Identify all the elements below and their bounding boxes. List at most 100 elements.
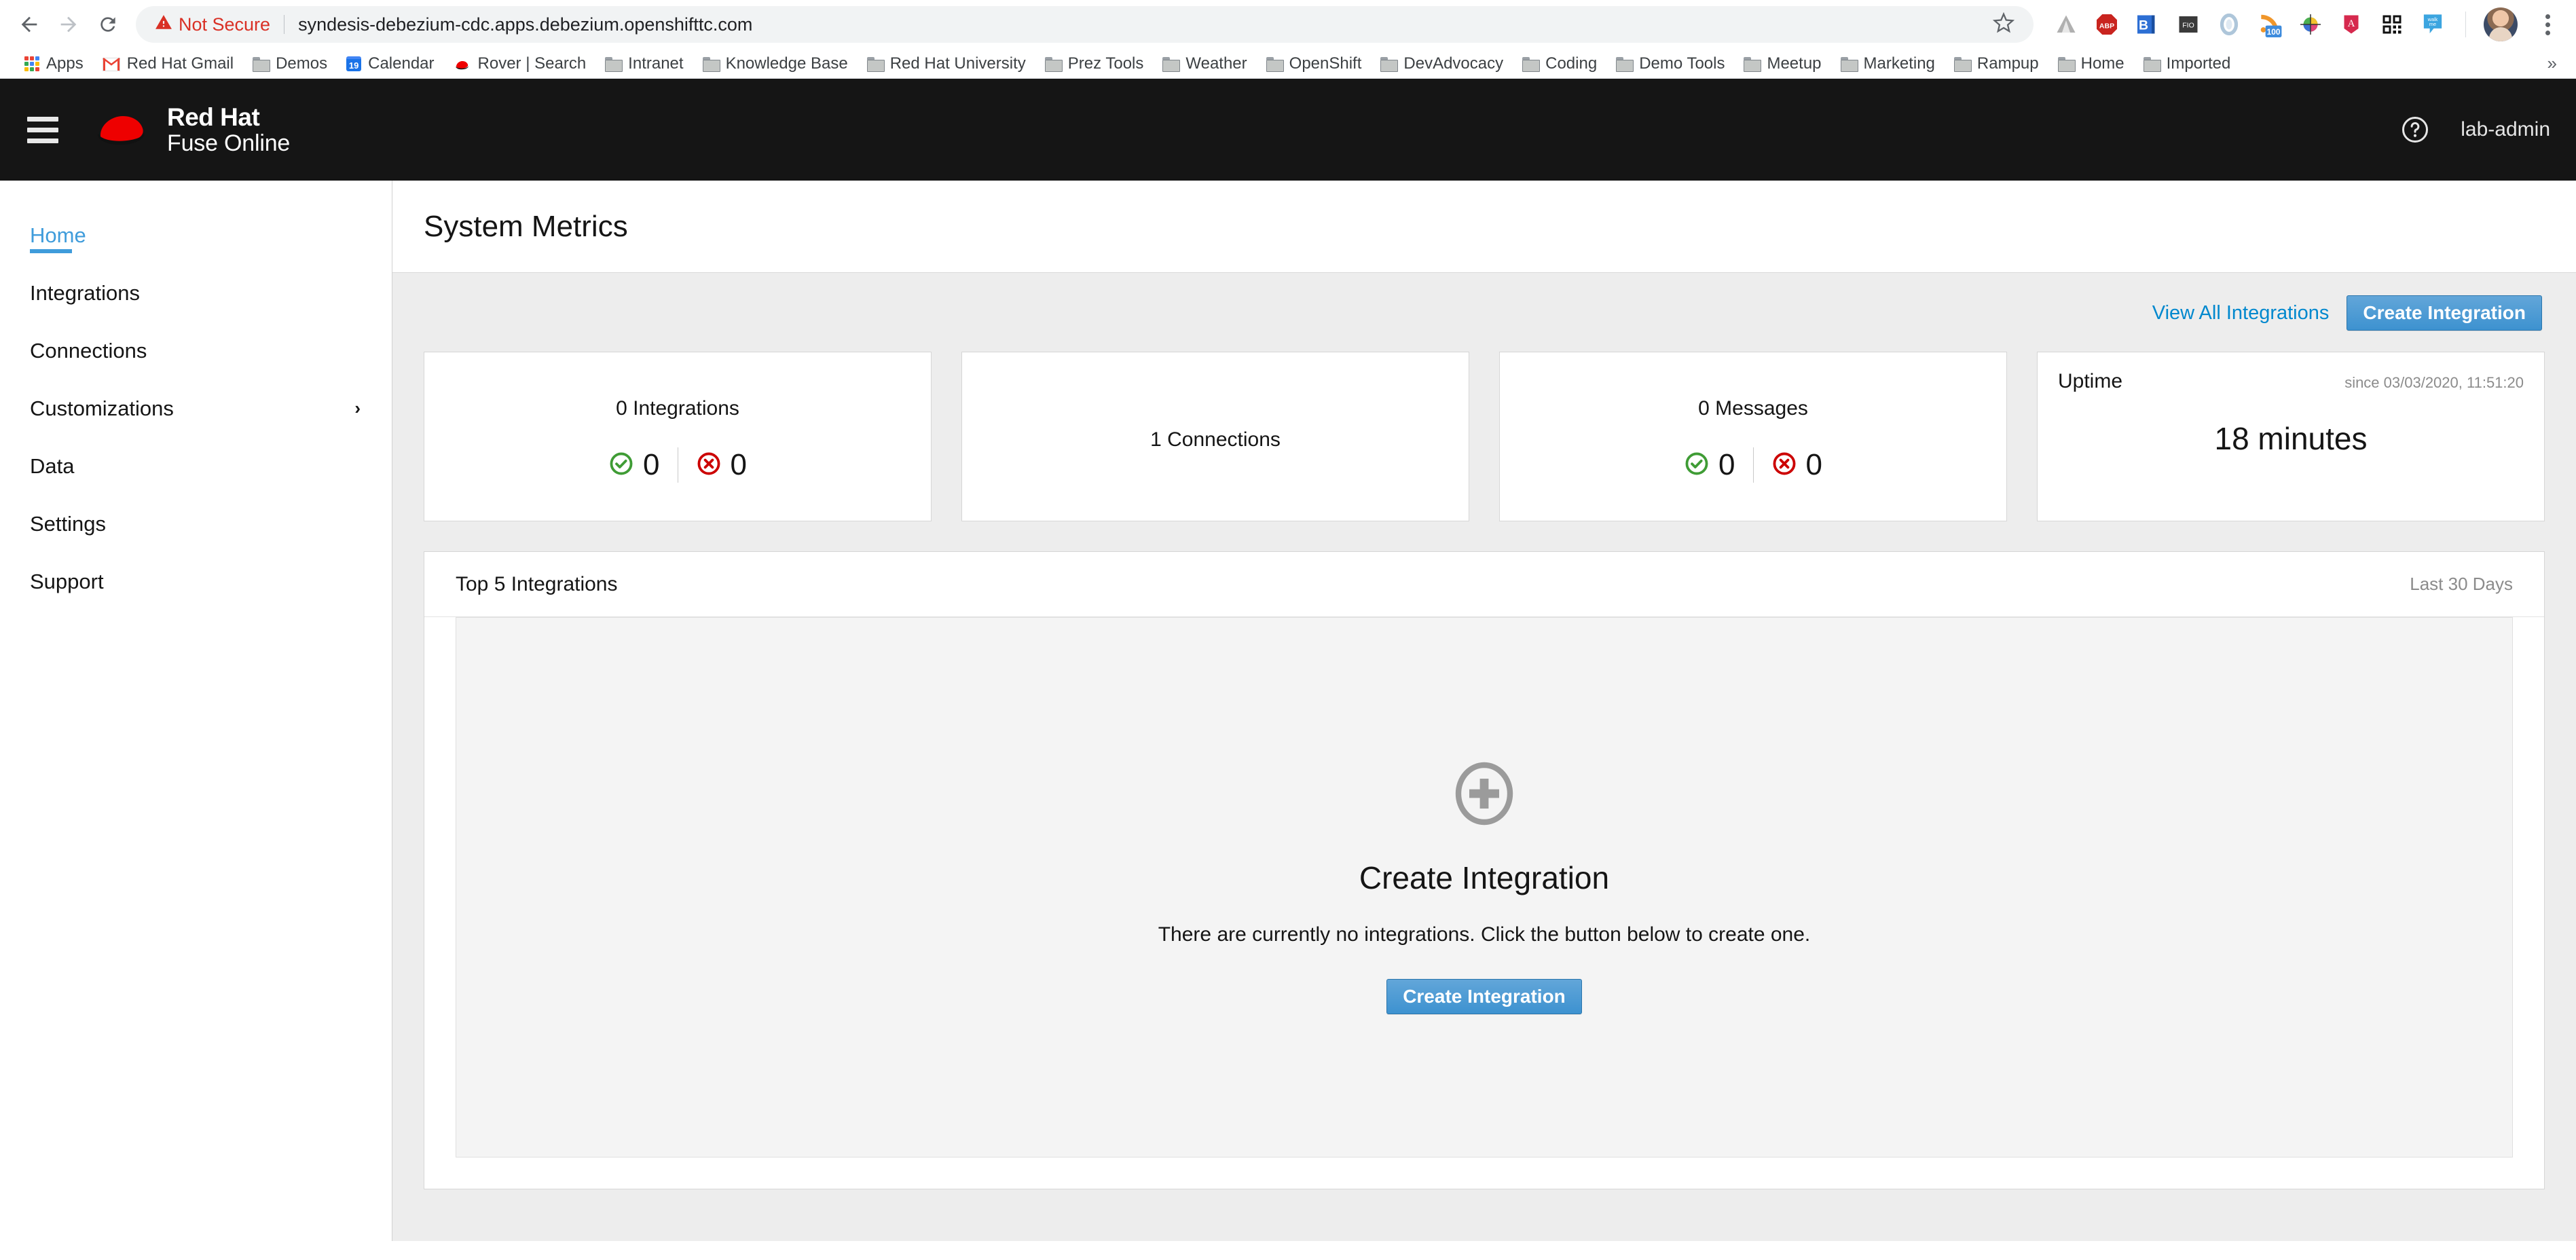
bookmark-meetup[interactable]: Meetup: [1734, 51, 1830, 77]
sidebar-item-data[interactable]: Data: [0, 437, 392, 495]
sidebar-item-support[interactable]: Support: [0, 553, 392, 610]
bookmark-intranet[interactable]: Intranet: [595, 51, 693, 77]
profile-avatar-icon[interactable]: [2484, 7, 2518, 41]
url-text[interactable]: syndesis-debezium-cdc.apps.debezium.open…: [298, 14, 1981, 35]
reload-icon: [97, 14, 119, 35]
bookmark-demos[interactable]: Demos: [243, 51, 337, 77]
color-wheel-extension-icon[interactable]: [2296, 10, 2325, 39]
connections-heading: 1 Connections: [1150, 428, 1281, 451]
messages-heading: 0 Messages: [1698, 397, 1808, 420]
extension-icons: ABP B FIO 100 A walkm: [2051, 7, 2562, 41]
error-circle-icon: [696, 451, 722, 480]
panel-header: Top 5 Integrations Last 30 Days: [424, 552, 2544, 617]
bookmark-home[interactable]: Home: [2048, 51, 2134, 77]
bookmark-weather[interactable]: Weather: [1153, 51, 1256, 77]
empty-state-title: Create Integration: [1359, 859, 1609, 896]
walkme-extension-icon[interactable]: walkme: [2418, 10, 2448, 39]
sidebar-item-home[interactable]: Home: [0, 206, 392, 264]
chevron-right-icon: ›: [354, 398, 361, 419]
bitwarden-extension-icon[interactable]: B: [2133, 10, 2163, 39]
security-indicator[interactable]: Not Secure: [155, 14, 270, 36]
folder-icon: [1380, 57, 1397, 71]
toolbar-divider: [2465, 12, 2466, 37]
bookmark-rover-search[interactable]: Rover | Search: [444, 51, 596, 77]
bookmark-label: OpenShift: [1289, 54, 1362, 73]
bookmark-red-hat-gmail[interactable]: Red Hat Gmail: [93, 51, 243, 77]
plus-circle-icon: [1453, 761, 1515, 830]
folder-icon: [1266, 57, 1283, 71]
hamburger-menu-icon[interactable]: [27, 111, 65, 149]
bookmark-label: Demo Tools: [1639, 54, 1725, 73]
bookmark-label: DevAdvocacy: [1403, 54, 1503, 73]
svg-text:B: B: [2139, 18, 2148, 33]
integrations-heading: 0 Integrations: [616, 397, 739, 420]
bookmark-prez-tools[interactable]: Prez Tools: [1035, 51, 1154, 77]
user-menu[interactable]: lab-admin: [2461, 118, 2550, 141]
bookmark-calendar[interactable]: 19 Calendar: [337, 51, 443, 77]
integrations-error-count: 0: [731, 448, 747, 482]
reload-button[interactable]: [88, 5, 128, 44]
ring-extension-icon[interactable]: [2214, 10, 2244, 39]
drive-extension-icon[interactable]: [2051, 10, 2081, 39]
sidebar-item-settings[interactable]: Settings: [0, 495, 392, 553]
folder-icon: [2058, 57, 2074, 71]
address-bar[interactable]: Not Secure syndesis-debezium-cdc.apps.de…: [136, 6, 2034, 43]
messages-stats: 0 0: [1666, 447, 1840, 483]
adblock-plus-extension-icon[interactable]: ABP: [2092, 10, 2122, 39]
fio-extension-icon[interactable]: FIO: [2173, 10, 2203, 39]
svg-text:A: A: [2348, 18, 2355, 29]
empty-state-create-integration-button[interactable]: Create Integration: [1386, 979, 1582, 1014]
bookmark-demo-tools[interactable]: Demo Tools: [1606, 51, 1734, 77]
bookmark-label: Imported: [2167, 54, 2231, 73]
uptime-label: Uptime: [2058, 370, 2122, 393]
forward-button[interactable]: [49, 5, 88, 44]
view-all-integrations-link[interactable]: View All Integrations: [2152, 302, 2330, 325]
gmail-icon: [103, 57, 120, 71]
brand-line-2: Fuse Online: [167, 131, 290, 156]
security-label: Not Secure: [179, 14, 270, 35]
back-button[interactable]: [10, 5, 49, 44]
qr-code-extension-icon[interactable]: [2377, 10, 2407, 39]
bookmark-imported[interactable]: Imported: [2134, 51, 2241, 77]
check-circle-icon: [608, 451, 634, 480]
top-integrations-panel: Top 5 Integrations Last 30 Days Creat: [424, 551, 2545, 1189]
bookmark-star-button[interactable]: [1986, 7, 2021, 42]
grammar-extension-icon[interactable]: A: [2336, 10, 2366, 39]
sidebar-item-customizations[interactable]: Customizations ›: [0, 379, 392, 437]
folder-icon: [1522, 57, 1539, 71]
bookmark-apps[interactable]: Apps: [15, 51, 93, 77]
brand-line-1: Red Hat: [167, 104, 290, 131]
folder-icon: [1045, 57, 1061, 71]
bookmark-rampup[interactable]: Rampup: [1945, 51, 2048, 77]
bookmark-devadvocacy[interactable]: DevAdvocacy: [1371, 51, 1513, 77]
bookmark-knowledge-base[interactable]: Knowledge Base: [693, 51, 858, 77]
feed-100-extension-icon[interactable]: 100: [2255, 10, 2285, 39]
messages-metric-card: 0 Messages 0: [1499, 352, 2007, 521]
sidebar-item-label: Connections: [30, 339, 147, 363]
sidebar-item-connections[interactable]: Connections: [0, 322, 392, 379]
bookmark-coding[interactable]: Coding: [1513, 51, 1606, 77]
kebab-menu-icon[interactable]: [2533, 10, 2562, 39]
bookmark-label: Apps: [46, 54, 84, 73]
uptime-since: since 03/03/2020, 11:51:20: [2344, 374, 2524, 392]
bookmark-openshift[interactable]: OpenShift: [1257, 51, 1372, 77]
bookmark-red-hat-university[interactable]: Red Hat University: [858, 51, 1035, 77]
sidebar-item-label: Integrations: [30, 281, 140, 305]
panel-body: Create Integration There are currently n…: [424, 617, 2544, 1189]
create-integration-button[interactable]: Create Integration: [2347, 295, 2542, 331]
bookmark-label: Meetup: [1767, 54, 1821, 73]
brand[interactable]: Red Hat Fuse Online: [90, 104, 290, 156]
bookmark-marketing[interactable]: Marketing: [1831, 51, 1945, 77]
bookmark-label: Knowledge Base: [726, 54, 848, 73]
redhat-fedora-icon: [454, 57, 471, 71]
bookmark-label: Rampup: [1977, 54, 2039, 73]
metrics-cards-row: 0 Integrations 0: [424, 352, 2545, 521]
folder-icon: [605, 57, 621, 71]
svg-text:ABP: ABP: [2099, 22, 2114, 30]
bookmarks-overflow-button[interactable]: »: [2538, 53, 2566, 74]
folder-icon: [1954, 57, 1970, 71]
connections-metric-card: 1 Connections: [961, 352, 1469, 521]
help-circle-icon[interactable]: [2401, 115, 2429, 144]
sidebar-item-integrations[interactable]: Integrations: [0, 264, 392, 322]
bookmarks-bar: Apps Red Hat Gmail Demos 19 Calendar Rov…: [0, 49, 2576, 79]
